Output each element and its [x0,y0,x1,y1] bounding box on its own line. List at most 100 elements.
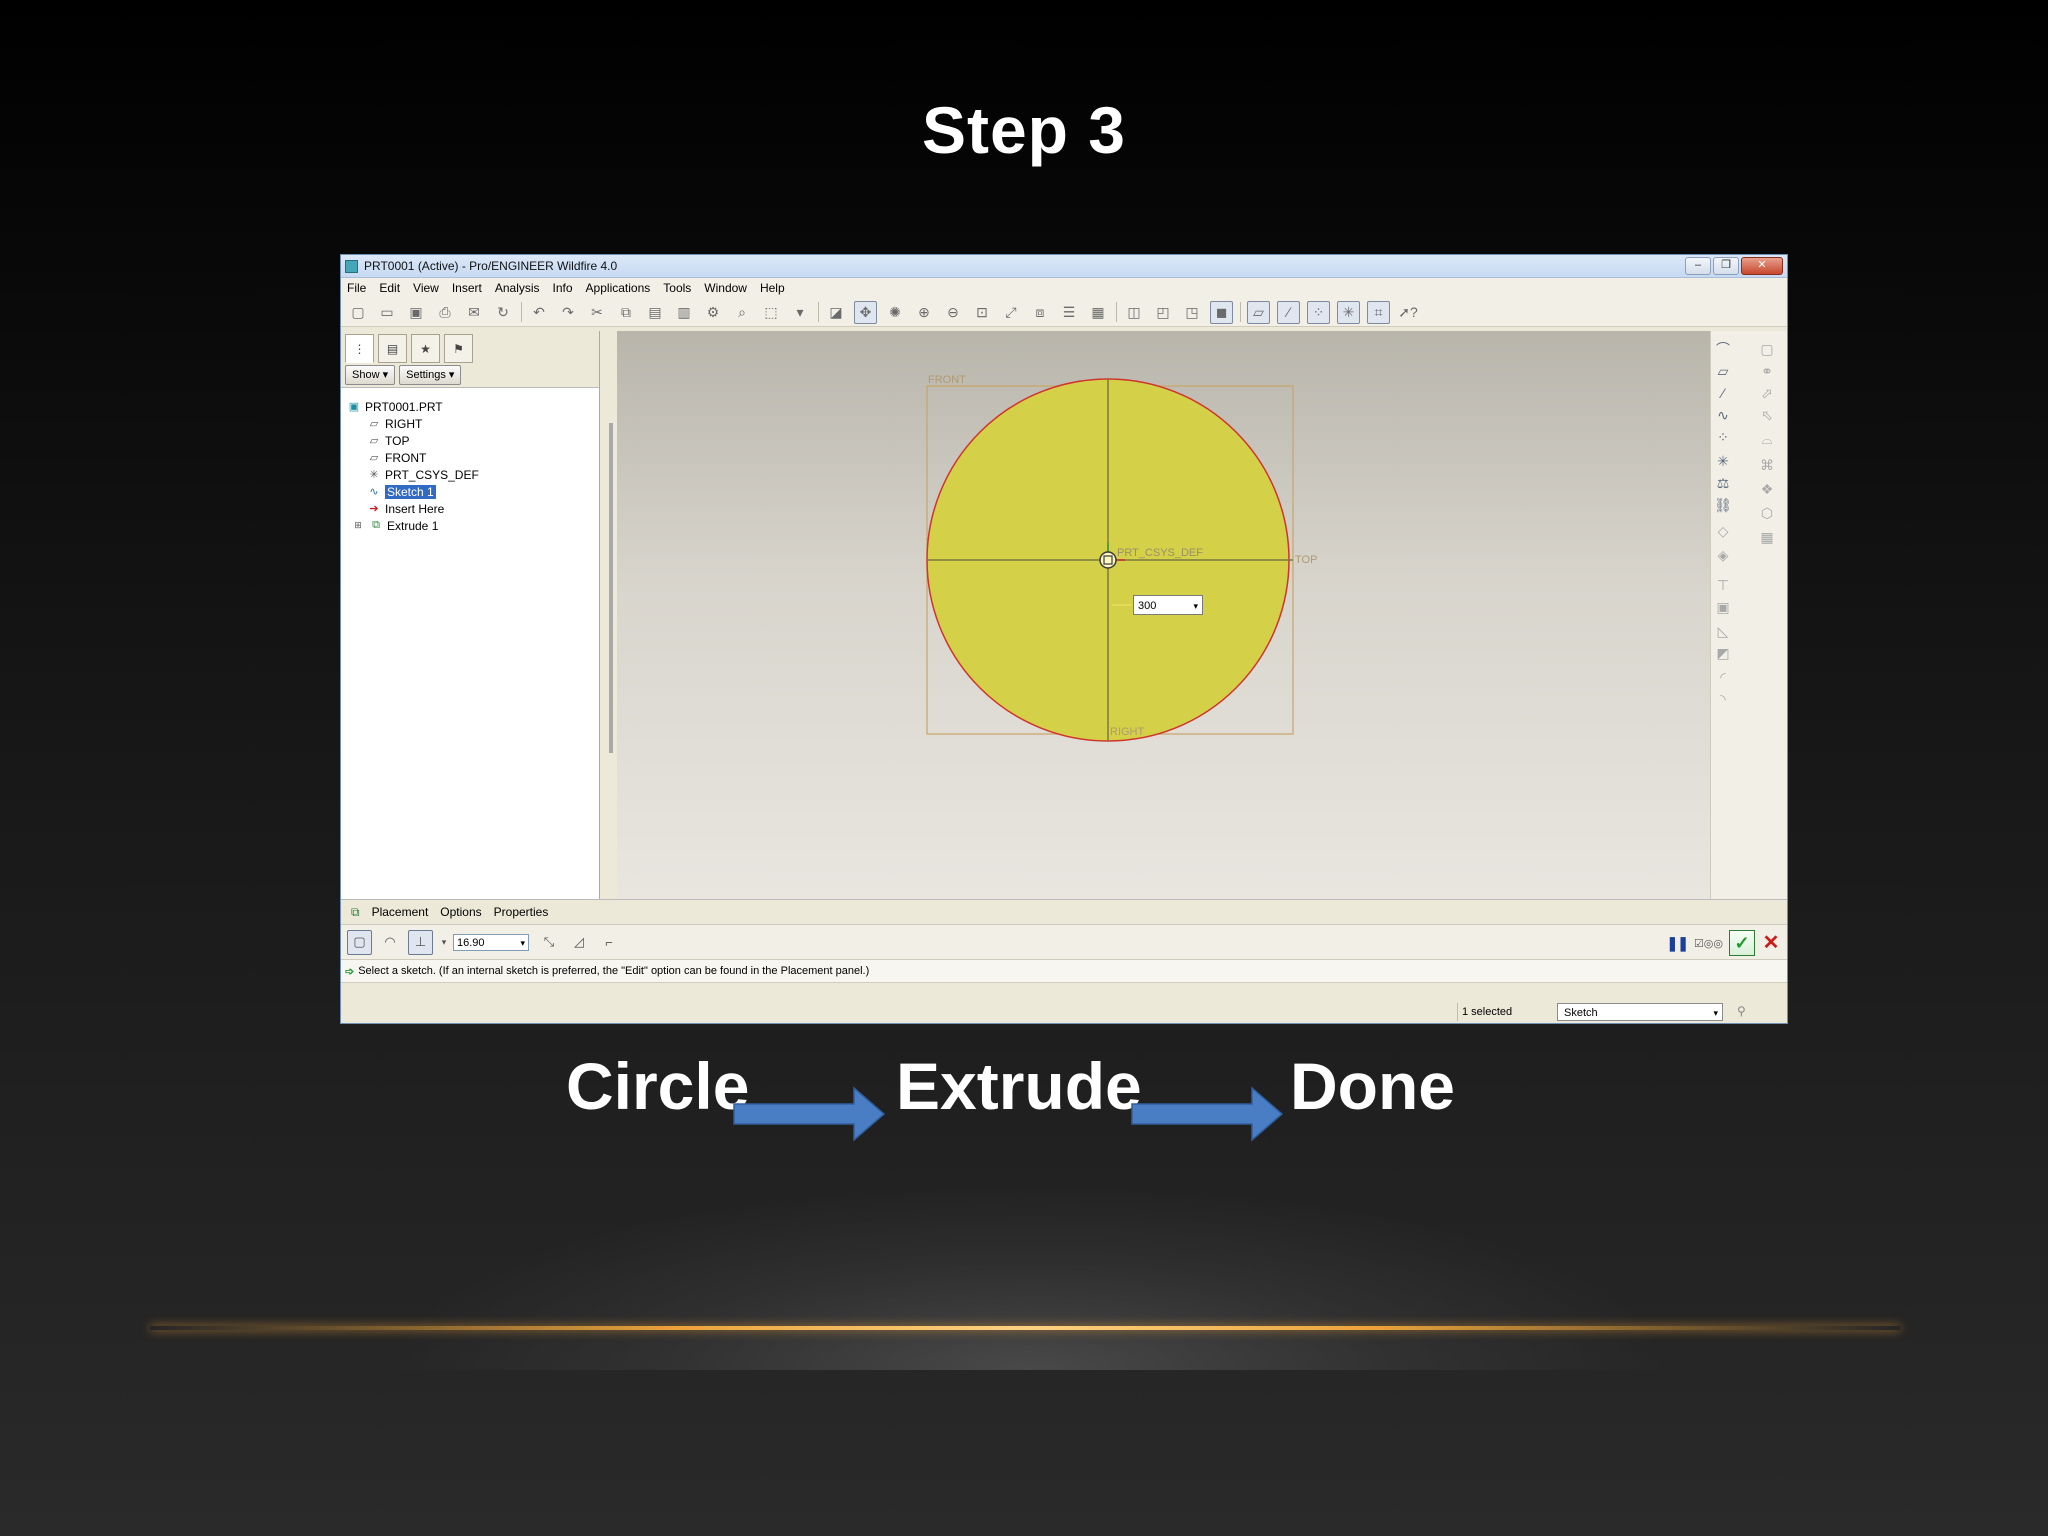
tree-item-front[interactable]: ▱ FRONT [347,449,593,466]
new-file-icon[interactable]: ▢ [347,301,369,323]
tree-item-part[interactable]: ▣ PRT0001.PRT [347,398,593,415]
saved-views-icon[interactable]: ⧈ [1029,301,1051,323]
point-tool-icon[interactable]: ⁘ [1713,427,1733,447]
paste-special-icon[interactable]: ▥ [673,301,695,323]
axis-tool-icon[interactable]: ⁄ [1713,383,1733,403]
no-hidden-icon[interactable]: ◳ [1181,301,1203,323]
cancel-x-button[interactable]: ✕ [1761,931,1781,955]
spin-center-icon[interactable]: ✥ [854,300,877,324]
depth-option-icon[interactable]: ⊥ [408,929,433,955]
flip-direction-icon[interactable]: ⤡ [537,930,561,954]
selection-box-icon[interactable]: ⬚ [760,301,782,323]
chamfer-tool-icon[interactable]: ◝ [1713,689,1733,709]
repaint-icon[interactable]: ◪ [825,301,847,323]
datum-points-toggle-icon[interactable]: ⁘ [1307,300,1330,324]
settings-menu-button[interactable]: Settings ▾ [399,365,462,385]
extend-tool-icon[interactable]: ⌓ [1757,429,1777,449]
layers-icon[interactable]: ☰ [1058,301,1080,323]
sketch-tool-icon[interactable]: ⌒ [1713,339,1733,359]
find-icon[interactable]: ⌕ [731,301,753,323]
solidify-tool-icon[interactable]: ⬡ [1757,503,1777,523]
datum-planes-toggle-icon[interactable]: ▱ [1247,300,1270,324]
redo-icon[interactable]: ↷ [557,301,579,323]
maximize-button[interactable]: ❐ [1713,257,1739,275]
tab-options[interactable]: Options [440,905,481,919]
annotation-toggle-icon[interactable]: ⌗ [1367,300,1390,324]
selection-filter[interactable]: Sketch ▾ [1557,1003,1723,1021]
tab-placement[interactable]: Placement [372,905,429,919]
regenerate-icon[interactable]: ↻ [492,301,514,323]
dimension-dropdown-icon[interactable]: ▾ [1193,596,1198,616]
undo-icon[interactable]: ↶ [528,301,550,323]
dropdown-arrow-icon[interactable]: ▾ [789,301,811,323]
shading-icon[interactable]: ◼ [1210,300,1233,324]
reorient-icon[interactable]: ⤢ [1000,301,1022,323]
tree-item-insert-here[interactable]: ➔ Insert Here [347,500,593,517]
confirm-checkmark-button[interactable]: ✓ [1729,930,1755,956]
graphics-window[interactable]: FRONT TOP RIGHT PRT_CSYS_DEF 300 ▾ [617,331,1711,899]
expand-plus-icon[interactable]: ⊞ [351,520,365,531]
tab-properties[interactable]: Properties [494,905,549,919]
pattern-tool-icon[interactable]: ▦ [1757,527,1777,547]
trim-tool-icon[interactable]: ⬁ [1757,405,1777,425]
menu-window[interactable]: Window [704,281,747,295]
panel-splitter[interactable] [605,331,617,899]
open-folder-icon[interactable]: ▭ [376,301,398,323]
sketch-canvas[interactable]: FRONT TOP RIGHT PRT_CSYS_DEF [617,331,1711,899]
paste-icon[interactable]: ▤ [644,301,666,323]
merge-tool-icon[interactable]: ⬀ [1757,383,1777,403]
menu-applications[interactable]: Applications [586,281,651,295]
orient-mode-icon[interactable]: ✺ [884,301,906,323]
menu-tools[interactable]: Tools [663,281,691,295]
round-tool-icon[interactable]: ◜ [1713,667,1733,687]
close-button[interactable]: ✕ [1741,257,1783,275]
model-tree-tab[interactable]: ⋮ [345,334,374,363]
tree-item-top[interactable]: ▱ TOP [347,432,593,449]
copy-tool-icon[interactable]: ▢ [1757,339,1777,359]
revolve-tool-icon[interactable]: ◇ [1713,521,1733,541]
offset-tool-icon[interactable]: ⌘ [1757,455,1777,475]
shell-tool-icon[interactable]: ▣ [1713,597,1733,617]
zoom-out-icon[interactable]: ⊖ [942,301,964,323]
menu-view[interactable]: View [413,281,439,295]
hidden-line-icon[interactable]: ◰ [1152,301,1174,323]
dimension-input[interactable]: 300 ▾ [1133,595,1203,615]
depth-dropdown-icon[interactable]: ▾ [520,935,525,952]
extrude-tool-icon[interactable]: ⛓ [1713,495,1733,515]
depth-option-dropdown-icon[interactable]: ▾ [439,930,449,954]
menu-insert[interactable]: Insert [452,281,482,295]
tree-item-csys[interactable]: ✳ PRT_CSYS_DEF [347,466,593,483]
extrude-surface-icon[interactable]: ◠ [378,930,402,954]
save-icon[interactable]: ▣ [405,301,427,323]
cut-icon[interactable]: ✂ [586,301,608,323]
tree-item-right[interactable]: ▱ RIGHT [347,415,593,432]
connections-tab[interactable]: ⚑ [444,334,473,363]
tree-item-extrude[interactable]: ⊞ ⧉ Extrude 1 [347,517,593,534]
show-menu-button[interactable]: Show ▾ [345,365,396,385]
pause-icon[interactable]: ❚❚ [1666,935,1688,952]
extrude-solid-icon[interactable]: ▢ [347,929,372,955]
copy-icon[interactable]: ⧉ [615,301,637,323]
sweep-tool-icon[interactable]: ◈ [1713,545,1733,565]
curve-tool-icon[interactable]: ∿ [1713,405,1733,425]
folder-browser-tab[interactable]: ▤ [378,334,407,363]
datum-axes-toggle-icon[interactable]: ⁄ [1277,300,1300,324]
refit-icon[interactable]: ⊡ [971,301,993,323]
thicken-sketch-icon[interactable]: ⌐ [597,930,621,954]
context-help-icon[interactable]: ➚? [1397,301,1419,323]
minimize-button[interactable]: – [1685,257,1711,275]
tree-item-sketch[interactable]: ∿ Sketch 1 [347,483,593,500]
draft-tool-icon[interactable]: ◩ [1713,643,1733,663]
mirror-tool-icon[interactable]: ⚭ [1757,361,1777,381]
csys-tool-icon[interactable]: ✳ [1713,451,1733,471]
print-icon[interactable]: ⎙ [434,301,456,323]
plane-tool-icon[interactable]: ▱ [1713,361,1733,381]
menu-file[interactable]: File [347,281,366,295]
rib-tool-icon[interactable]: ◺ [1713,621,1733,641]
view-manager-icon[interactable]: ▦ [1087,301,1109,323]
menu-help[interactable]: Help [760,281,785,295]
thicken-tool-icon[interactable]: ❖ [1757,479,1777,499]
favorites-tab[interactable]: ★ [411,334,440,363]
send-mail-icon[interactable]: ✉ [463,301,485,323]
preview-glasses-icon[interactable]: ☑◎◎ [1694,937,1723,950]
